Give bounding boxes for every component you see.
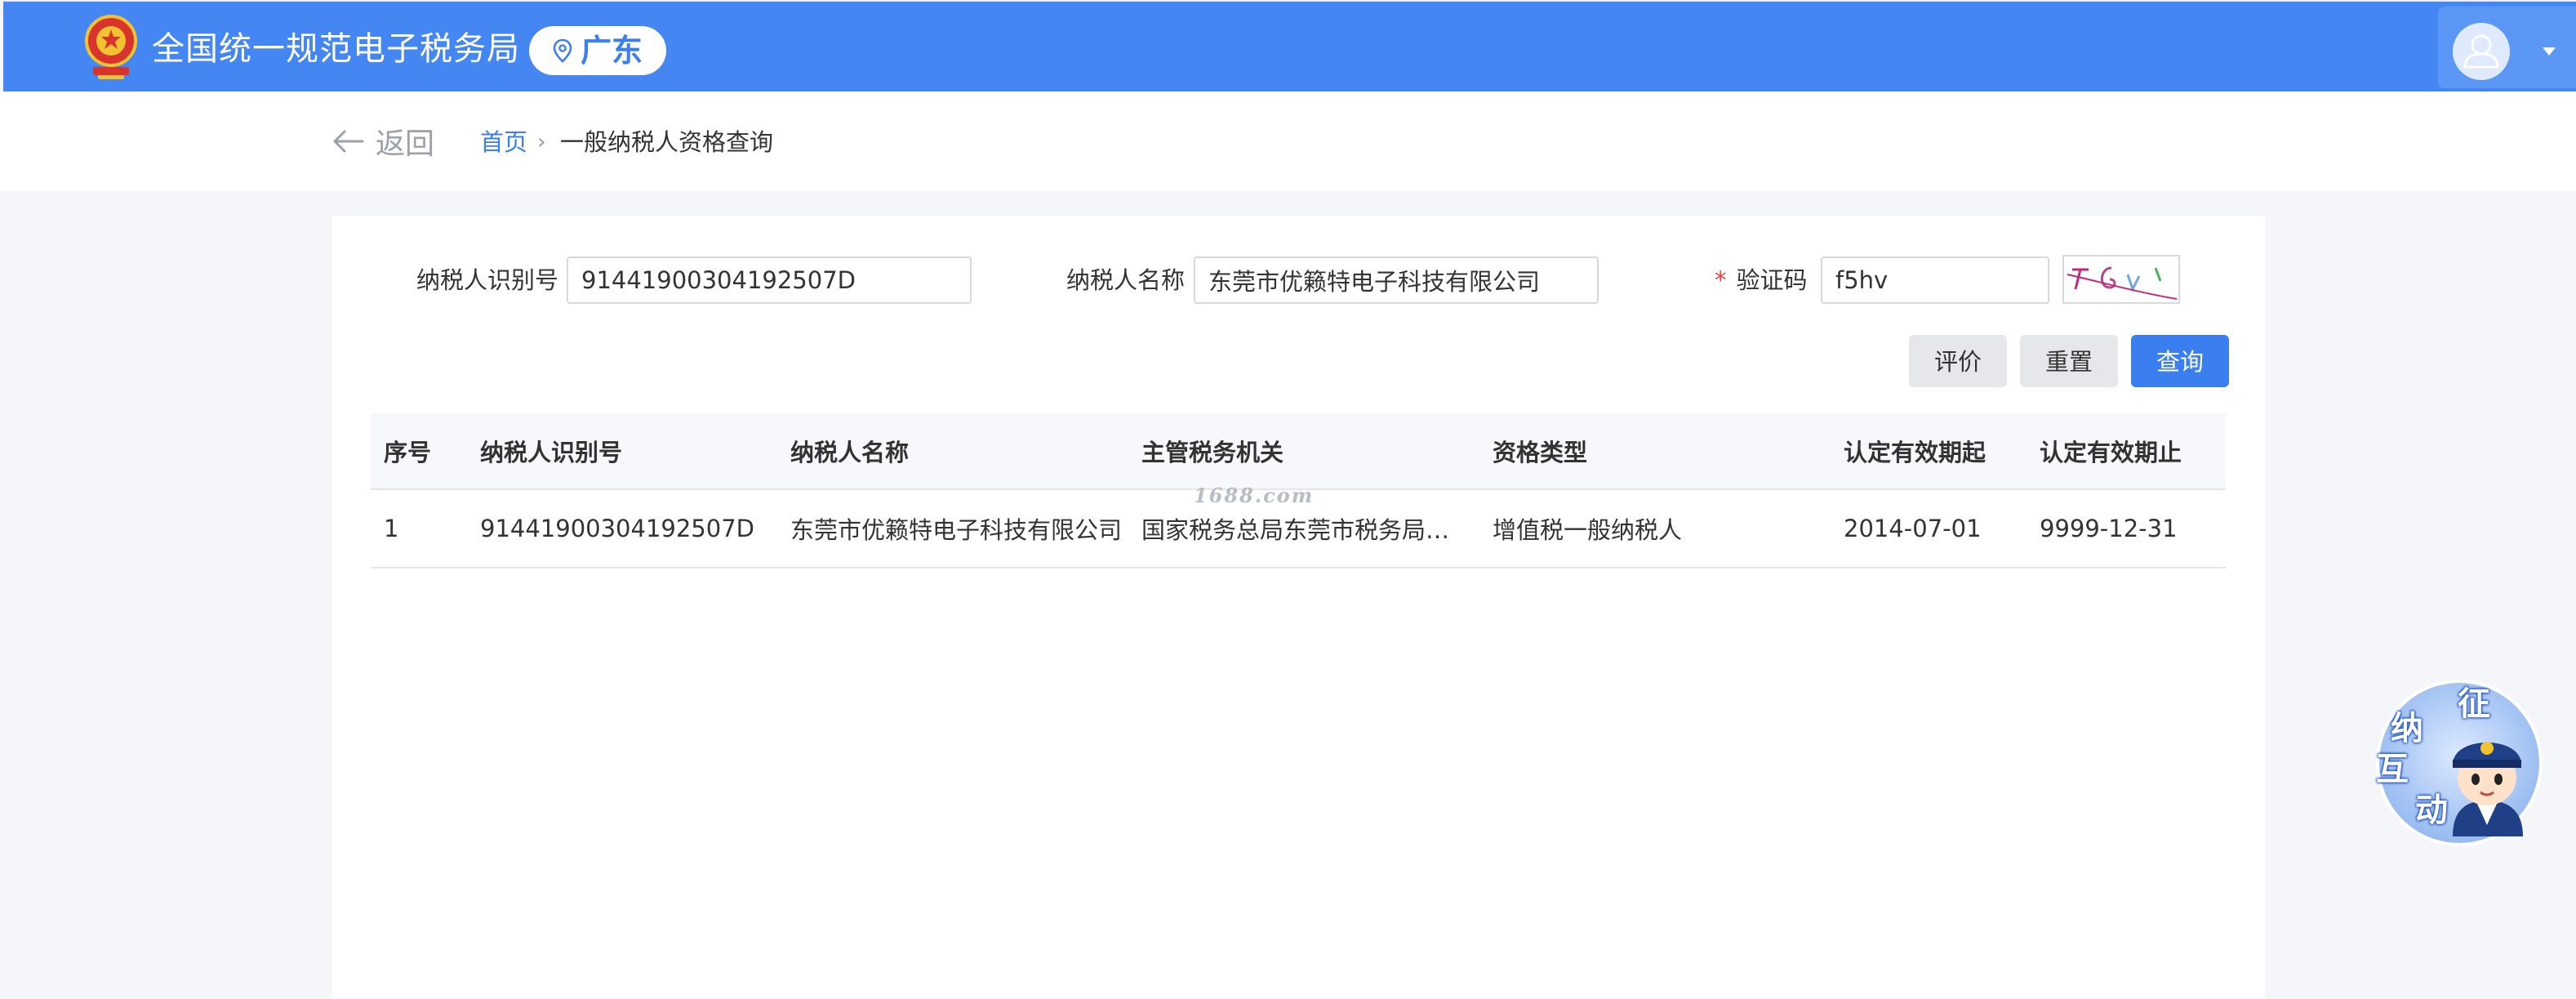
column-header: 认定有效期起 xyxy=(1844,439,1987,466)
table-cell: 增值税一般纳税人 xyxy=(1493,516,1683,544)
mascot-char: 纳 xyxy=(2391,710,2423,747)
arrow-left-icon xyxy=(333,130,364,153)
chevron-down-icon xyxy=(2543,47,2556,56)
mascot-char: 动 xyxy=(2415,792,2448,829)
column-header: 序号 xyxy=(384,439,432,466)
region-selector[interactable]: 广东 xyxy=(529,26,666,75)
top-header: 全国统一规范电子税务局 广东 xyxy=(3,0,2576,93)
table-cell: 9999-12-31 xyxy=(2040,515,2178,542)
table-cell: 东莞市优籁特电子科技有限公司 xyxy=(790,516,1123,544)
breadcrumb-bar: 返回 首页 › 一般纳税人资格查询 xyxy=(0,91,2576,191)
breadcrumb-current: 一般纳税人资格查询 xyxy=(560,128,774,156)
location-pin-icon xyxy=(553,38,572,63)
taxpayer-id-input[interactable] xyxy=(567,256,972,304)
captcha-image[interactable] xyxy=(2062,255,2180,304)
column-header: 纳税人识别号 xyxy=(480,439,623,466)
user-menu[interactable] xyxy=(2438,7,2576,88)
captcha-input[interactable] xyxy=(1821,256,2049,304)
mascot-char: 互 xyxy=(2376,751,2409,788)
query-button[interactable]: 查询 xyxy=(2131,335,2229,387)
captcha-label: 验证码 xyxy=(1736,266,1808,294)
tax-office-text: 国家税务总局东莞市税务局清... xyxy=(1141,516,1460,544)
back-button[interactable]: 返回 xyxy=(331,123,435,161)
table-cell: 1 xyxy=(384,515,399,542)
reset-button[interactable]: 重置 xyxy=(2020,335,2118,387)
national-emblem-icon xyxy=(82,13,140,82)
taxpayer-name-label: 纳税人名称 xyxy=(1066,266,1186,294)
column-header: 纳税人名称 xyxy=(790,439,910,466)
breadcrumb-home-link[interactable]: 首页 xyxy=(480,126,527,158)
column-header: 主管税务机关 xyxy=(1141,439,1284,466)
evaluate-button[interactable]: 评价 xyxy=(1909,335,2007,387)
taxpayer-name-input[interactable] xyxy=(1194,256,1599,304)
column-header: 资格类型 xyxy=(1493,439,1588,466)
watermark-text: 1688.com xyxy=(1194,484,1315,507)
tax-assistant-mascot-icon[interactable]: 征 纳 互 动 xyxy=(2368,673,2549,850)
taxpayer-id-label: 纳税人识别号 xyxy=(416,266,559,294)
back-label: 返回 xyxy=(376,127,435,161)
table-cell: 91441900304192507D xyxy=(480,515,754,542)
region-label: 广东 xyxy=(580,33,643,69)
table-cell: 2014-07-01 xyxy=(1844,515,1982,542)
query-card: 纳税人识别号 纳税人名称 * 验证码 评价 重置 查询 序号 纳税人识别号 纳税人… xyxy=(331,216,2265,999)
mascot-char: 征 xyxy=(2458,685,2490,723)
required-mark: * xyxy=(1715,266,1727,294)
site-title[interactable]: 全国统一规范电子税务局 xyxy=(152,26,520,72)
captcha-label-wrap: * 验证码 xyxy=(1715,255,1808,305)
breadcrumb-separator: › xyxy=(537,130,546,154)
user-avatar-icon xyxy=(2453,23,2510,80)
table-header: 序号 纳税人识别号 纳税人名称 主管税务机关 资格类型 认定有效期起 认定有效期… xyxy=(371,413,2226,490)
column-header: 认定有效期止 xyxy=(2040,439,2182,466)
